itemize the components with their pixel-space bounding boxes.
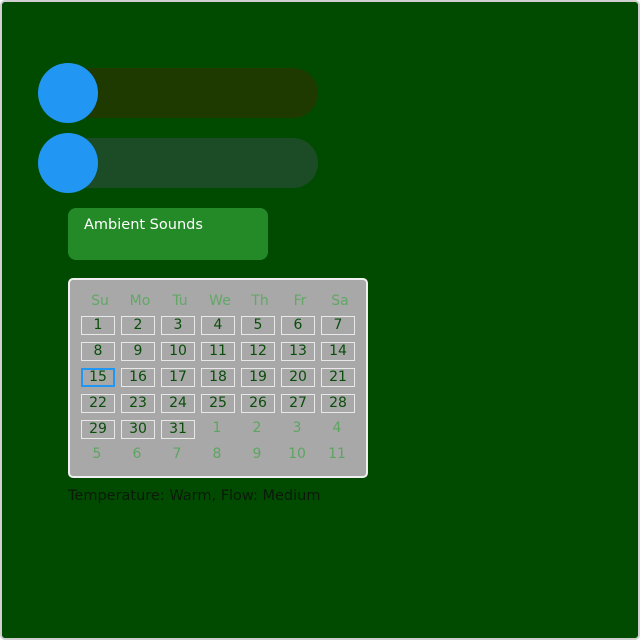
temperature-slider[interactable] xyxy=(38,63,320,123)
flow-slider[interactable] xyxy=(38,133,320,193)
calendar-day-other-month: 4 xyxy=(332,420,342,436)
calendar-day[interactable]: 16 xyxy=(121,368,155,387)
weekday-label: Fr xyxy=(293,293,307,309)
calendar-day-other-month: 3 xyxy=(292,420,302,436)
app-window: Ambient Sounds Su Mo Tu We Th Fr Sa 1234567891… xyxy=(0,0,640,640)
calendar-day-other-month: 8 xyxy=(212,446,222,462)
calendar-day[interactable]: 8 xyxy=(81,342,115,361)
calendar-day[interactable]: 25 xyxy=(201,394,235,413)
ambient-sounds-label: Ambient Sounds xyxy=(84,217,203,233)
weekday-label: Sa xyxy=(331,293,349,309)
calendar-day[interactable]: 12 xyxy=(241,342,275,361)
calendar: Su Mo Tu We Th Fr Sa 1 2 3 4 5 6 7 8 9 10 11 12 13 14 15 16 17… xyxy=(68,278,368,478)
calendar-day-other-month: 7 xyxy=(172,446,182,462)
calendar-day[interactable]: 6 xyxy=(281,316,315,335)
calendar-day[interactable]: 10 xyxy=(161,342,195,361)
weekday-label: Tu xyxy=(172,293,188,309)
calendar-day[interactable]: 21 xyxy=(321,368,355,387)
calendar-day[interactable]: 7 xyxy=(321,316,355,335)
slider-thumb[interactable] xyxy=(38,63,98,123)
calendar-day[interactable]: 18 xyxy=(201,368,235,387)
calendar-day[interactable]: 26 xyxy=(241,394,275,413)
calendar-day[interactable]: 20 xyxy=(281,368,315,387)
calendar-day[interactable]: 30 xyxy=(121,420,155,439)
calendar-day[interactable]: 5 xyxy=(241,316,275,335)
calendar-day[interactable]: 1 xyxy=(81,316,115,335)
calendar-day-other-month: 5 xyxy=(92,446,102,462)
calendar-day-other-month: 1 xyxy=(212,420,222,436)
calendar-day-other-month: 6 xyxy=(132,446,142,462)
weekday-label: Su xyxy=(91,293,109,309)
calendar-day[interactable]: 22 xyxy=(81,394,115,413)
calendar-day[interactable]: 13 xyxy=(281,342,315,361)
calendar-day[interactable]: 3 xyxy=(161,316,195,335)
calendar-day[interactable]: 2 xyxy=(121,316,155,335)
calendar-day[interactable]: 17 xyxy=(161,368,195,387)
status-text: Temperature: Warm, Flow: Medium xyxy=(68,488,321,504)
ambient-sounds-button[interactable]: Ambient Sounds xyxy=(68,208,268,260)
calendar-day[interactable]: 31 xyxy=(161,420,195,439)
calendar-day[interactable]: 9 xyxy=(121,342,155,361)
calendar-day[interactable]: 24 xyxy=(161,394,195,413)
calendar-day[interactable]: 27 xyxy=(281,394,315,413)
calendar-day[interactable]: 15 xyxy=(81,368,115,387)
calendar-day[interactable]: 14 xyxy=(321,342,355,361)
weekday-label: We xyxy=(209,293,231,309)
calendar-day[interactable]: 29 xyxy=(81,420,115,439)
calendar-day[interactable]: 11 xyxy=(201,342,235,361)
calendar-day-other-month: 11 xyxy=(328,446,346,462)
calendar-day[interactable]: 28 xyxy=(321,394,355,413)
calendar-day-other-month: 2 xyxy=(252,420,262,436)
calendar-day-other-month: 10 xyxy=(288,446,306,462)
calendar-day[interactable]: 4 xyxy=(201,316,235,335)
weekday-label: Mo xyxy=(129,293,151,309)
slider-thumb[interactable] xyxy=(38,133,98,193)
calendar-day-other-month: 9 xyxy=(252,446,262,462)
calendar-day[interactable]: 19 xyxy=(241,368,275,387)
weekday-label: Th xyxy=(251,293,269,309)
calendar-day[interactable]: 23 xyxy=(121,394,155,413)
